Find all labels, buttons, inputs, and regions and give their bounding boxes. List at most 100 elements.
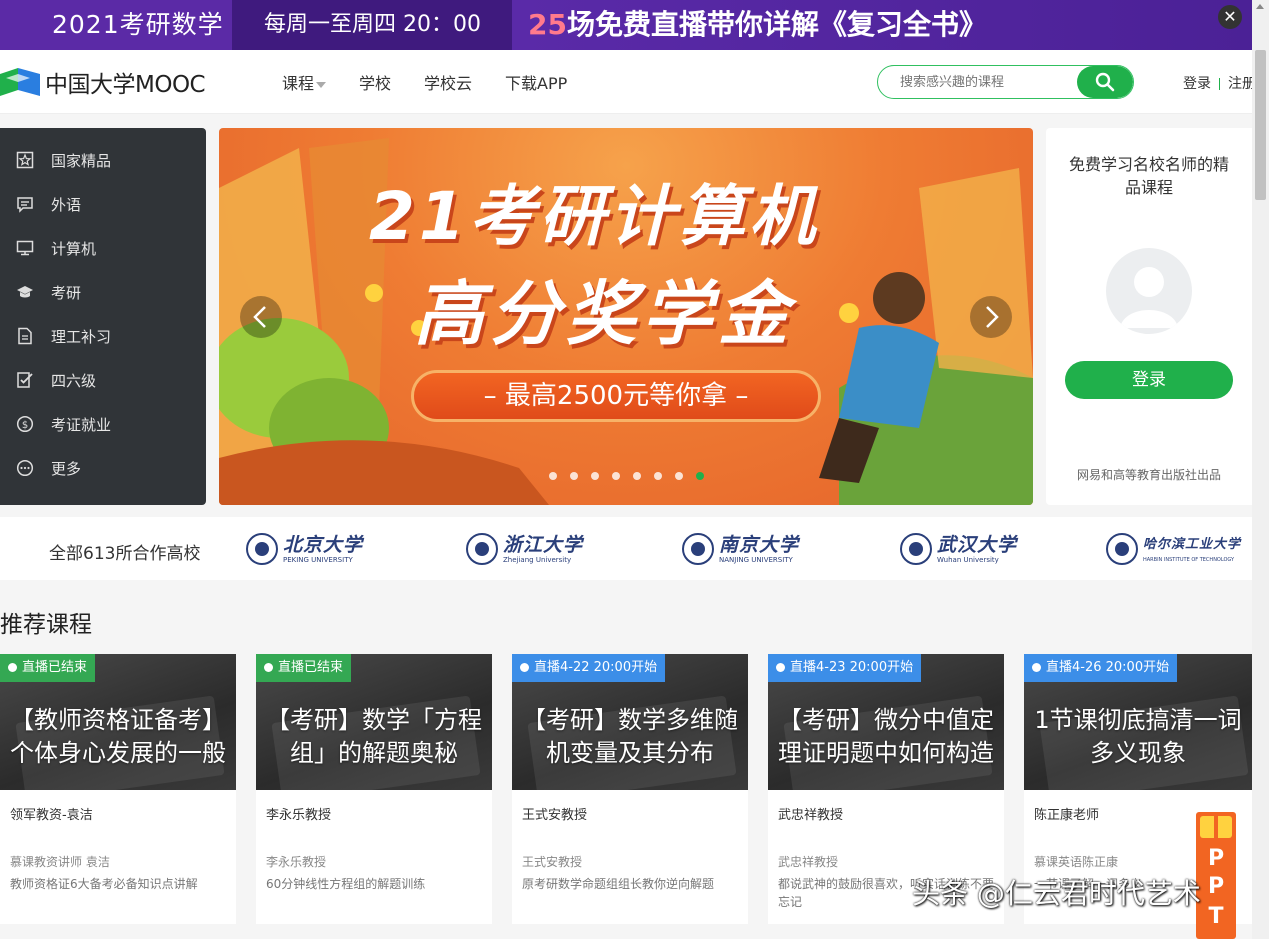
login-card: 免费学习名校名师的精品课程 登录 网易和高等教育出版社出品 [1046,128,1252,505]
category-national-quality[interactable]: 国家精品 [0,138,206,182]
partner-schools-bar: 全部613所合作高校 北京大学 PEKING UNIVERSITY 浙江大学 Zhe… [0,517,1252,580]
site-logo[interactable]: 中国大学MOOC [0,66,206,98]
course-card[interactable]: 直播4-22 20:00开始 【考研】数学多维随机变量及其分布 王式安教授 王式… [512,654,748,924]
carousel-dot[interactable] [675,472,683,480]
carousel-dot[interactable] [591,472,599,480]
edit-checkbox-icon [17,372,33,388]
search-box [877,65,1134,99]
search-button[interactable] [1077,66,1133,98]
school-hit[interactable]: 哈尔滨工业大学 HARBIN INSTITUTE OF TECHNOLOGY [1106,531,1241,567]
school-seal-icon [466,533,498,565]
hero-carousel[interactable]: 21考研计算机 高分奖学金 – 最高2500元等你拿 – [219,128,1033,505]
school-nju[interactable]: 南京大学 NANJING UNIVERSITY [682,531,799,567]
graduation-cap-icon [17,286,33,298]
category-certification[interactable]: $ 考证就业 [0,402,206,446]
page-scrollbar[interactable] [1252,0,1269,939]
nav-download-app[interactable]: 下载APP [505,70,567,94]
course-teacher: 陈正康老师 [1034,808,1100,823]
carousel-dot[interactable] [549,472,557,480]
course-thumb-title: 【考研】微分中值定理证明题中如何构造 [778,706,994,767]
all-schools-link[interactable]: 全部613所合作高校 [49,539,200,564]
scroll-up-arrow-icon[interactable] [1256,4,1264,9]
star-badge-icon [16,151,34,169]
search-input[interactable] [878,66,1077,98]
category-cet[interactable]: 四六级 [0,358,206,402]
carousel-prev-button[interactable] [240,296,282,338]
category-postgraduate[interactable]: 考研 [0,270,206,314]
carousel-dot[interactable] [612,472,620,480]
category-science-tutoring[interactable]: 理工补习 [0,314,206,358]
school-name: 武汉大学 [937,533,1018,556]
user-placeholder-icon [1120,267,1178,328]
course-teacher: 领军教资-袁洁 [10,808,93,823]
auth-links: 登录 注册 [1183,73,1256,93]
school-seal-icon [1106,533,1138,565]
course-thumbnail: 直播4-26 20:00开始 1节课彻底搞清一词多义现象 [1024,654,1252,790]
school-name: 北京大学 [283,533,364,556]
course-teacher: 王式安教授 [522,808,588,823]
category-more[interactable]: 更多 [0,446,206,490]
school-name-en: PEKING UNIVERSITY [283,555,353,564]
course-thumbnail: 直播4-22 20:00开始 【考研】数学多维随机变量及其分布 [512,654,748,790]
chevron-left-icon [253,306,266,328]
ppt-letter: P [1207,874,1225,899]
scroll-thumb[interactable] [1255,50,1266,200]
category-label: 更多 [51,459,82,478]
school-zju[interactable]: 浙江大学 Zhejiang University [466,531,583,567]
promo-highlight-text: 场免费直播带你详解《复习全书》 [566,8,987,41]
live-status-badge: 直播已结束 [256,654,352,682]
course-thumb-title: 【教师资格证备考】个体身心发展的一般 [10,706,226,767]
school-whu[interactable]: 武汉大学 Wuhan University [900,531,1017,567]
main-nav: 课程 学校 学校云 下载APP [282,70,600,94]
nav-courses[interactable]: 课程 [282,70,327,94]
promo-schedule: 每周一至周四 20：00 [232,0,512,50]
live-status-badge: 直播已结束 [0,654,96,682]
carousel-next-button[interactable] [970,296,1012,338]
course-teacher: 武忠祥教授 [778,808,844,823]
carousel-dots [549,472,717,480]
category-label: 外语 [51,195,82,214]
login-button[interactable]: 登录 [1065,361,1233,399]
carousel-dot[interactable] [570,472,578,480]
mooc-logo-icon [0,68,40,96]
promo-banner[interactable]: 2021考研数学 每周一至周四 20：00 25场免费直播带你详解《复习全书》 [0,0,1252,50]
course-org: 武忠祥教授 [778,855,839,869]
course-thumb-title: 【考研】数学多维随机变量及其分布 [522,706,738,767]
course-org: 王式安教授 [522,855,583,869]
category-label: 四六级 [51,371,97,390]
course-thumbnail: 直播4-23 20:00开始 【考研】微分中值定理证明题中如何构造 [768,654,1004,790]
carousel-dot[interactable] [654,472,662,480]
school-name-en: Zhejiang University [503,555,572,564]
category-label: 计算机 [51,239,97,258]
banner-headline-1: 21考研计算机 [369,178,819,255]
course-org: 慕课教资讲师 袁洁 [10,855,110,869]
avatar [1106,248,1192,334]
nav-courses-label: 课程 [282,74,315,93]
chevron-right-icon [986,306,999,328]
promo-close-button[interactable]: ✕ [1218,5,1242,29]
course-desc: 教师资格证6大备考必备知识点讲解 [10,877,198,891]
dollar-coin-icon: $ [16,415,34,433]
course-card[interactable]: 直播已结束 【考研】数学「方程组」的解题奥秘 李永乐教授 李永乐教授 60分钟线… [256,654,492,924]
promo-highlight-number: 25 [528,8,567,41]
category-label: 国家精品 [51,151,112,170]
login-link[interactable]: 登录 [1183,76,1211,92]
svg-text:$: $ [22,420,28,431]
nav-schools[interactable]: 学校 [359,70,391,94]
course-desc: 原考研数学命题组组长教你逆向解题 [522,877,715,891]
carousel-dot[interactable] [633,472,641,480]
category-label: 理工补习 [51,327,112,346]
school-pku[interactable]: 北京大学 PEKING UNIVERSITY [246,531,363,567]
login-card-footer: 网易和高等教育出版社出品 [1076,468,1221,482]
floating-ppt-promo[interactable]: P P T [1196,812,1236,939]
chat-bubble-icon [17,197,33,213]
promo-highlight: 25场免费直播带你详解《复习全书》 [512,0,1252,50]
category-computer[interactable]: 计算机 [0,226,206,270]
category-foreign-language[interactable]: 外语 [0,182,206,226]
course-thumb-title: 【考研】数学「方程组」的解题奥秘 [266,706,482,767]
nav-school-cloud[interactable]: 学校云 [424,70,472,94]
school-name: 南京大学 [719,533,800,556]
course-card[interactable]: 直播已结束 【教师资格证备考】个体身心发展的一般 领军教资-袁洁 慕课教资讲师 … [0,654,236,924]
school-name-en: HARBIN INSTITUTE OF TECHNOLOGY [1143,556,1235,563]
carousel-dot-active[interactable] [696,472,704,480]
